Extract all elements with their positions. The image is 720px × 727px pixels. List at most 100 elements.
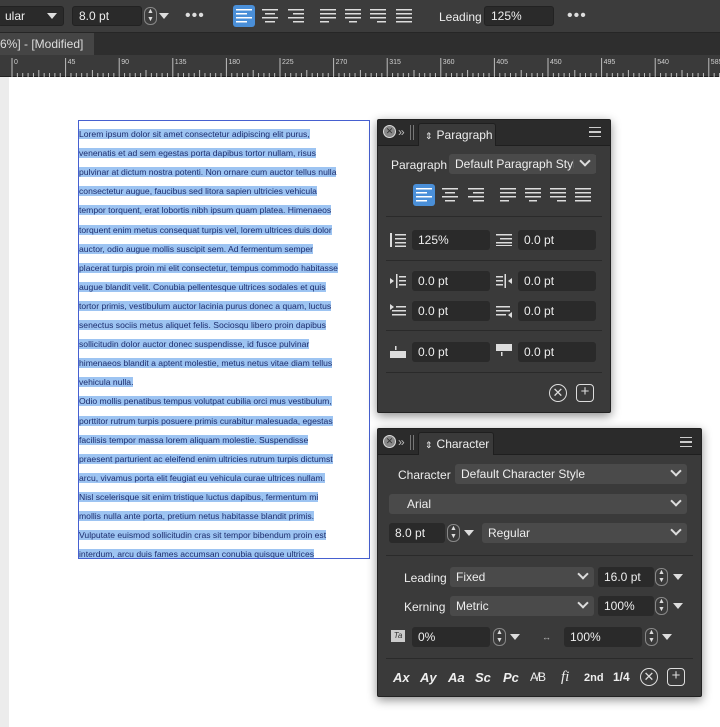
grip-icon-2 (413, 125, 414, 140)
font-size-dropdown-icon[interactable] (464, 530, 474, 536)
para-justify-right-button[interactable] (547, 184, 569, 206)
space-before-icon (390, 346, 406, 358)
kerning-label: Kerning (404, 600, 446, 614)
collapse-icon[interactable]: » (398, 124, 405, 140)
para-align-center-button[interactable] (439, 184, 461, 206)
tab-paragraph[interactable]: ⇕ Paragraph (418, 123, 496, 146)
strikethrough-button[interactable]: A̸B (530, 670, 546, 684)
close-icon[interactable]: ✕ (383, 435, 396, 448)
space-after-icon (496, 344, 512, 356)
scale-field[interactable]: 100% (564, 627, 642, 647)
kerning-dropdown-icon[interactable] (673, 603, 683, 609)
text-frame[interactable]: Lorem ipsum dolor sit amet consectetur a… (78, 120, 370, 559)
divider (386, 330, 602, 331)
ligatures-button[interactable]: fi (561, 669, 569, 686)
paragraph-style-label: Paragraph (391, 158, 448, 172)
collapse-icon[interactable]: » (398, 434, 405, 450)
left-indent-value: 0.0 pt (418, 274, 449, 288)
scale-dropdown-icon[interactable] (662, 634, 672, 640)
align-left-button[interactable] (233, 5, 255, 27)
document-tab[interactable]: 6%] - [Modified] (0, 33, 94, 55)
para-justify-all-button[interactable] (572, 184, 594, 206)
clear-formatting-icon[interactable]: ✕ (640, 668, 658, 686)
tracking-field[interactable]: 0% (412, 627, 490, 647)
font-style-select[interactable]: ular (0, 6, 64, 26)
fractions-button[interactable]: 1/4 (613, 670, 630, 684)
leading-stepper[interactable]: ▲ ▼ (655, 568, 668, 586)
tab-character[interactable]: ⇕ Character (418, 432, 494, 455)
character-style-select[interactable]: Default Character Style (455, 464, 687, 484)
paragraph-space-field[interactable]: 0.0 pt (518, 230, 596, 250)
kerning-stepper[interactable]: ▲ ▼ (655, 597, 668, 615)
last-line-indent-field[interactable]: 0.0 pt (518, 301, 596, 321)
justify-right-button[interactable] (367, 5, 389, 27)
add-style-icon[interactable]: + (576, 384, 594, 402)
tracking-dropdown-icon[interactable] (510, 634, 520, 640)
ordinals-button[interactable]: 2nd (584, 672, 604, 684)
add-style-icon[interactable]: + (667, 668, 685, 686)
char-font-style-select[interactable]: Regular (482, 523, 687, 543)
more-options-icon-2[interactable]: ••• (567, 8, 587, 24)
leading-dropdown-icon[interactable] (673, 574, 683, 580)
leading-mode-value: Fixed (456, 570, 486, 584)
tracking-value: 0% (418, 630, 436, 644)
justify-left-button[interactable] (317, 5, 339, 27)
tracking-stepper[interactable]: ▲ ▼ (493, 628, 506, 646)
leading-value: 125% (491, 9, 522, 23)
space-before-value: 0.0 pt (418, 345, 449, 359)
justify-center-button[interactable] (342, 5, 364, 27)
chevron-down-icon (47, 13, 57, 19)
para-justify-left-button[interactable] (497, 184, 519, 206)
last-line-indent-icon (496, 306, 512, 318)
selected-text: tortor primis, vestibulum auctor lacinia… (79, 300, 332, 311)
clear-formatting-icon[interactable]: ✕ (549, 384, 567, 402)
para-align-left-button[interactable] (413, 184, 435, 206)
selected-text: senectus sociis metus aliquet felis. Soc… (79, 320, 326, 330)
selected-text: sollicitudin dolor auctor donec suspendi… (79, 339, 310, 350)
font-size-dropdown-icon[interactable] (159, 13, 169, 19)
font-size-stepper[interactable]: ▲ ▼ (144, 7, 157, 25)
justify-all-button[interactable] (393, 5, 415, 27)
kerning-field[interactable]: 100% (598, 596, 654, 616)
font-size-stepper[interactable]: ▲ ▼ (447, 524, 460, 542)
font-family-select[interactable]: Arial (389, 494, 687, 514)
para-align-right-button[interactable] (465, 184, 487, 206)
subscript-button[interactable]: Ay (420, 670, 437, 685)
petite-caps-button[interactable]: Pc (503, 670, 519, 685)
small-caps-button[interactable]: Sc (475, 670, 491, 685)
superscript-button[interactable]: Ax (393, 670, 410, 685)
all-caps-button[interactable]: Aa (448, 670, 465, 685)
scale-value: 100% (570, 630, 601, 644)
right-indent-value: 0.0 pt (524, 274, 555, 288)
font-size-field[interactable]: 8.0 pt (72, 6, 142, 26)
char-font-size-field[interactable]: 8.0 pt (389, 523, 445, 543)
grip-icon (410, 435, 411, 450)
leading-field[interactable]: 125% (484, 6, 554, 26)
align-center-button[interactable] (259, 5, 281, 27)
left-indent-field[interactable]: 0.0 pt (412, 271, 490, 291)
close-icon[interactable]: ✕ (383, 125, 396, 138)
right-indent-field[interactable]: 0.0 pt (518, 271, 596, 291)
horizontal-ruler[interactable]: 0 45 90 135 180 225 270 315 360 405 450 495 540 585 (0, 55, 720, 77)
char-leading-field[interactable]: 16.0 pt (598, 567, 654, 587)
selected-text: augue blandit velit. Conubia pellentesqu… (79, 281, 326, 292)
more-options-icon[interactable]: ••• (185, 8, 205, 24)
left-indent-icon (390, 274, 406, 288)
text-line: senectus sociis metus aliquet felis. Soc… (79, 319, 326, 331)
first-line-indent-field[interactable]: 0.0 pt (412, 301, 490, 321)
space-after-value: 0.0 pt (524, 345, 555, 359)
space-before-field[interactable]: 0.0 pt (412, 342, 490, 362)
para-justify-center-button[interactable] (522, 184, 544, 206)
grip-icon (410, 125, 411, 140)
panel-menu-icon[interactable] (680, 437, 692, 447)
text-line: vehicula nulla. (79, 376, 134, 388)
scale-stepper[interactable]: ▲ ▼ (645, 628, 658, 646)
ruler-label: 540 (657, 59, 669, 66)
leading-mode-select[interactable]: Fixed (450, 567, 594, 587)
selected-text: auctor, odio augue mollis suscipit sem. … (79, 243, 314, 254)
align-right-button[interactable] (285, 5, 307, 27)
panel-menu-icon[interactable] (589, 127, 601, 137)
space-after-field[interactable]: 0.0 pt (518, 342, 596, 362)
kerning-mode-select[interactable]: Metric (450, 596, 594, 616)
paragraph-leading-field[interactable]: 125% (412, 230, 490, 250)
